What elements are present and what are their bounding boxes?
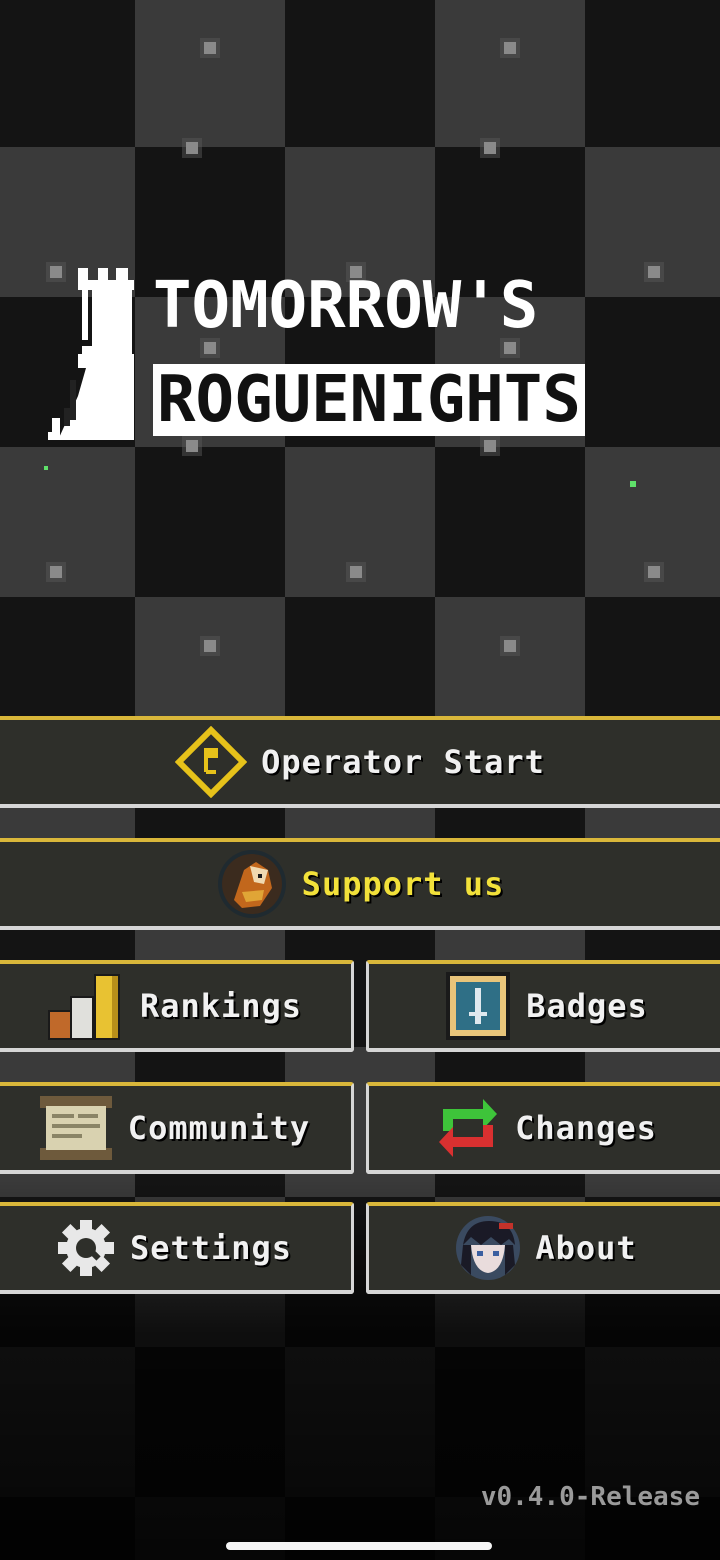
supporter-portrait-icon [216,848,288,920]
badges-label: Badges [526,987,648,1025]
operator-start-label: Operator Start [261,743,545,781]
character-avatar-icon [455,1215,521,1281]
bar-chart-icon [46,970,126,1042]
grid-dot [350,566,362,578]
game-logo: TOMORROW'S ROGUENIGHTS [48,268,648,448]
about-button[interactable]: About [366,1202,720,1294]
grid-dot [504,42,516,54]
rankings-button[interactable]: Rankings [0,960,354,1052]
grid-dot [204,640,216,652]
swap-arrows-icon [435,1095,501,1161]
diamond-flag-icon [175,726,248,798]
badges-button[interactable]: Badges [366,960,720,1052]
changes-button[interactable]: Changes [366,1082,720,1174]
grid-dot [504,640,516,652]
grid-dot [484,142,496,154]
rook-knight-logo-icon [48,268,134,440]
gear-icon [56,1218,116,1278]
home-indicator[interactable] [226,1542,492,1550]
grid-dot [50,566,62,578]
logo-title-line1: TOMORROW'S [153,269,539,343]
sparkle [630,481,636,487]
settings-label: Settings [129,1229,293,1267]
main-menu-screen: TOMORROW'S ROGUENIGHTS Operator Start Su… [0,0,720,1560]
grid-dot [186,142,198,154]
scroll-icon [38,1094,114,1162]
sparkle [44,466,48,470]
support-us-label: Support us [301,865,505,903]
community-label: Community [127,1109,311,1147]
sword-badge-icon [444,970,512,1042]
logo-title-line2: ROGUENIGHTS [153,364,585,436]
grid-dot [648,566,660,578]
operator-start-button[interactable]: Operator Start [0,716,720,808]
grid-dot [204,42,216,54]
version-label: v0.4.0-Release [480,1482,700,1512]
changes-label: Changes [515,1109,657,1147]
about-label: About [535,1229,637,1267]
support-us-button[interactable]: Support us [0,838,720,930]
rankings-label: Rankings [139,987,303,1025]
grid-dot [648,266,660,278]
settings-button[interactable]: Settings [0,1202,354,1294]
community-button[interactable]: Community [0,1082,354,1174]
